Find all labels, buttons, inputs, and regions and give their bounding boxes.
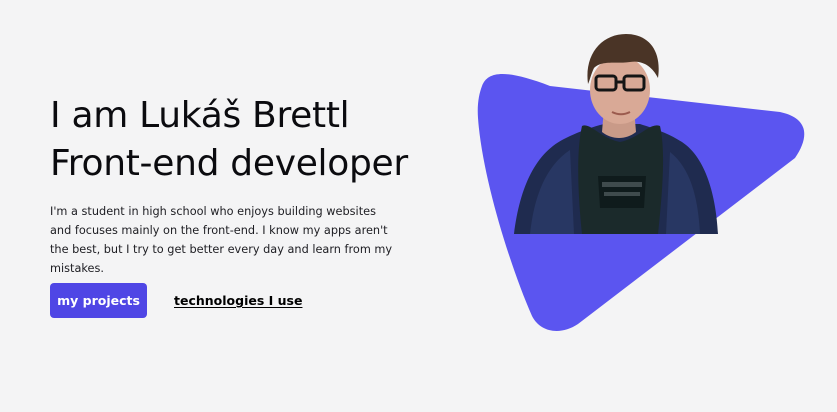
hero-illustration [477, 34, 805, 331]
hero-visual [470, 26, 815, 336]
headline-name: I am Lukáš Brettl [50, 95, 350, 136]
technologies-link[interactable]: technologies I use [174, 293, 302, 308]
page-title: I am Lukáš Brettl Front-end developer [50, 92, 470, 188]
my-projects-button[interactable]: my projects [50, 283, 147, 318]
headline-role: Front-end developer [50, 143, 408, 184]
hero-actions: my projects technologies I use [50, 283, 302, 318]
intro-text: I'm a student in high school who enjoys … [50, 205, 393, 275]
hero-text: I am Lukáš Brettl Front-end developer I'… [50, 92, 470, 278]
